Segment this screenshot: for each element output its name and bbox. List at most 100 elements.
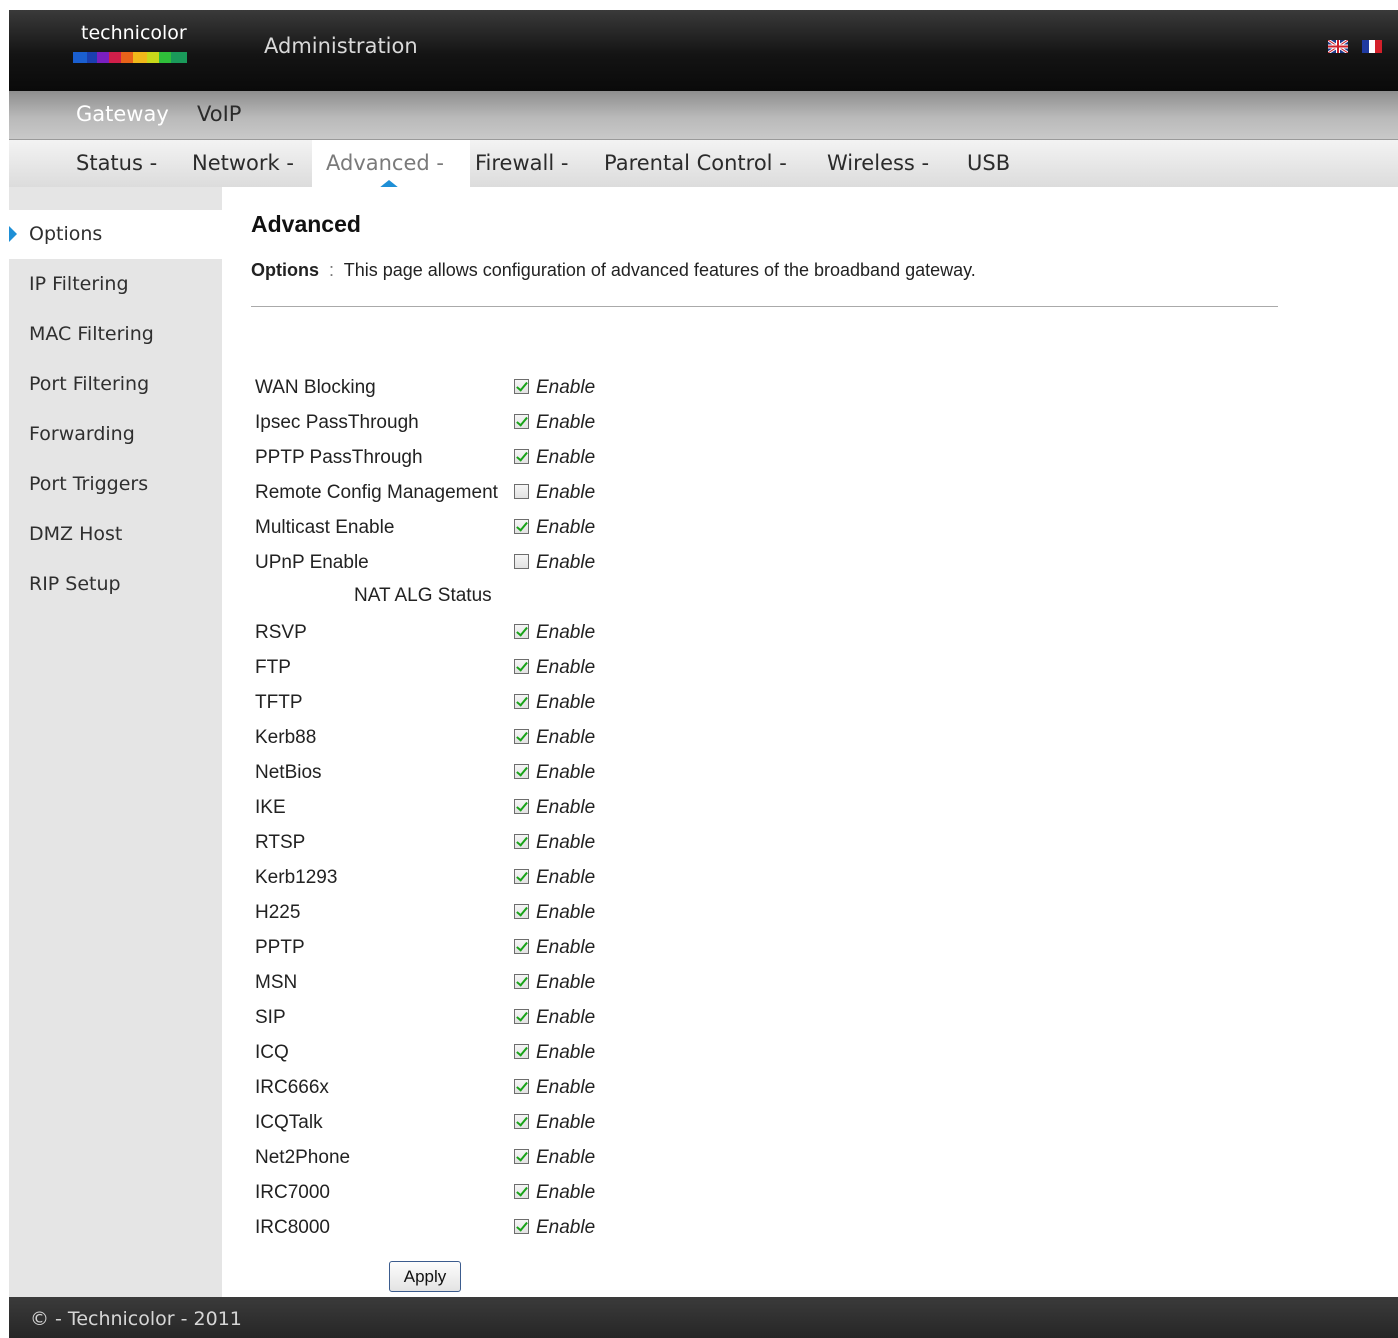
option-row: Net2Phone Enable	[255, 1145, 755, 1175]
option-label: UPnP Enable	[255, 552, 369, 573]
option-label: PPTP PassThrough	[255, 447, 423, 468]
tab-wireless[interactable]: Wireless -	[827, 151, 929, 175]
logo-color-bar	[73, 52, 187, 63]
sub-nav: Status - Network - Advanced - Firewall -…	[9, 140, 1398, 187]
option-label: Remote Config Management	[255, 482, 498, 503]
top-nav-voip[interactable]: VoIP	[197, 102, 241, 126]
sidebar-item-options[interactable]: Options	[9, 210, 222, 259]
enable-checkbox[interactable]	[514, 834, 529, 849]
enable-label: Enable	[536, 727, 596, 748]
option-label: ICQ	[255, 1042, 289, 1063]
tab-parental-control[interactable]: Parental Control -	[604, 151, 787, 175]
enable-checkbox[interactable]	[514, 449, 529, 464]
sidebar-item-label: DMZ Host	[29, 523, 123, 545]
enable-label: Enable	[536, 482, 596, 503]
header-bar: technicolor Administration	[9, 10, 1398, 91]
option-row: RTSP Enable	[255, 830, 755, 860]
sidebar-item-rip-setup[interactable]: RIP Setup	[9, 560, 222, 609]
enable-label: Enable	[536, 552, 596, 573]
enable-checkbox[interactable]	[514, 1184, 529, 1199]
enable-checkbox[interactable]	[514, 659, 529, 674]
option-label: PPTP	[255, 937, 305, 958]
tab-firewall[interactable]: Firewall -	[475, 151, 568, 175]
option-label: Multicast Enable	[255, 517, 395, 538]
enable-checkbox[interactable]	[514, 1009, 529, 1024]
tab-network[interactable]: Network -	[192, 151, 294, 175]
enable-checkbox[interactable]	[514, 799, 529, 814]
footer: © - Technicolor - 2011	[9, 1297, 1398, 1338]
enable-checkbox[interactable]	[514, 379, 529, 394]
sidebar-item-forwarding[interactable]: Forwarding	[9, 410, 222, 459]
enable-label: Enable	[536, 692, 596, 713]
apply-button[interactable]: Apply	[389, 1261, 461, 1292]
tab-usb[interactable]: USB	[967, 151, 1010, 175]
enable-checkbox[interactable]	[514, 729, 529, 744]
option-row: RSVP Enable	[255, 620, 755, 650]
option-label: MSN	[255, 972, 298, 993]
enable-label: Enable	[536, 447, 596, 468]
option-label: NetBios	[255, 762, 322, 783]
enable-checkbox[interactable]	[514, 624, 529, 639]
option-label: TFTP	[255, 692, 303, 713]
enable-label: Enable	[536, 1147, 596, 1168]
description-text: This page allows configuration of advanc…	[343, 260, 976, 280]
option-label: Net2Phone	[255, 1147, 351, 1168]
page-description: Options : This page allows configuration…	[251, 260, 976, 281]
enable-checkbox[interactable]	[514, 484, 529, 499]
enable-label: Enable	[536, 1217, 596, 1238]
sidebar-item-dmz-host[interactable]: DMZ Host	[9, 510, 222, 559]
tab-status[interactable]: Status -	[76, 151, 157, 175]
option-row: Kerb1293 Enable	[255, 865, 755, 895]
enable-label: Enable	[536, 832, 596, 853]
logo-text: technicolor	[81, 22, 187, 44]
option-label: Kerb1293	[255, 867, 338, 888]
enable-checkbox[interactable]	[514, 869, 529, 884]
enable-checkbox[interactable]	[514, 904, 529, 919]
option-row: H225 Enable	[255, 900, 755, 930]
option-row: Multicast Enable Enable	[255, 515, 755, 545]
main-content: Advanced Options : This page allows conf…	[222, 187, 1398, 1297]
active-caret-icon	[9, 226, 17, 242]
tab-advanced[interactable]: Advanced -	[326, 151, 444, 175]
enable-checkbox[interactable]	[514, 939, 529, 954]
sidebar-item-port-filtering[interactable]: Port Filtering	[9, 360, 222, 409]
enable-checkbox[interactable]	[514, 1079, 529, 1094]
sidebar-item-ip-filtering[interactable]: IP Filtering	[9, 260, 222, 309]
enable-checkbox[interactable]	[514, 554, 529, 569]
admin-title: Administration	[264, 34, 418, 58]
enable-checkbox[interactable]	[514, 764, 529, 779]
enable-label: Enable	[536, 1182, 596, 1203]
enable-checkbox[interactable]	[514, 694, 529, 709]
enable-checkbox[interactable]	[514, 1114, 529, 1129]
nat-alg-heading: NAT ALG Status	[354, 585, 492, 606]
enable-label: Enable	[536, 937, 596, 958]
sidebar-item-label: IP Filtering	[29, 273, 129, 295]
enable-checkbox[interactable]	[514, 519, 529, 534]
option-label: IRC8000	[255, 1217, 330, 1238]
enable-checkbox[interactable]	[514, 414, 529, 429]
option-label: Kerb88	[255, 727, 317, 748]
enable-checkbox[interactable]	[514, 1219, 529, 1234]
technicolor-logo: technicolor	[71, 22, 189, 70]
option-label: RTSP	[255, 832, 306, 853]
option-row: PPTP PassThrough Enable	[255, 445, 755, 475]
sidebar-item-port-triggers[interactable]: Port Triggers	[9, 460, 222, 509]
option-row: MSN Enable	[255, 970, 755, 1000]
page-title: Advanced	[251, 211, 361, 237]
option-label: IRC666x	[255, 1077, 329, 1098]
option-label: H225	[255, 902, 301, 923]
option-label: WAN Blocking	[255, 377, 376, 398]
enable-checkbox[interactable]	[514, 1044, 529, 1059]
fr-flag-icon[interactable]	[1362, 40, 1382, 53]
language-selector	[1328, 40, 1382, 53]
option-row: PPTP Enable	[255, 935, 755, 965]
enable-checkbox[interactable]	[514, 1149, 529, 1164]
enable-label: Enable	[536, 1077, 596, 1098]
option-label: ICQTalk	[255, 1112, 323, 1133]
option-row: Kerb88 Enable	[255, 725, 755, 755]
sidebar: Options IP Filtering MAC Filtering Port …	[9, 187, 222, 1297]
enable-checkbox[interactable]	[514, 974, 529, 989]
top-nav-gateway[interactable]: Gateway	[76, 102, 169, 126]
sidebar-item-mac-filtering[interactable]: MAC Filtering	[9, 310, 222, 359]
uk-flag-icon[interactable]	[1328, 40, 1348, 53]
